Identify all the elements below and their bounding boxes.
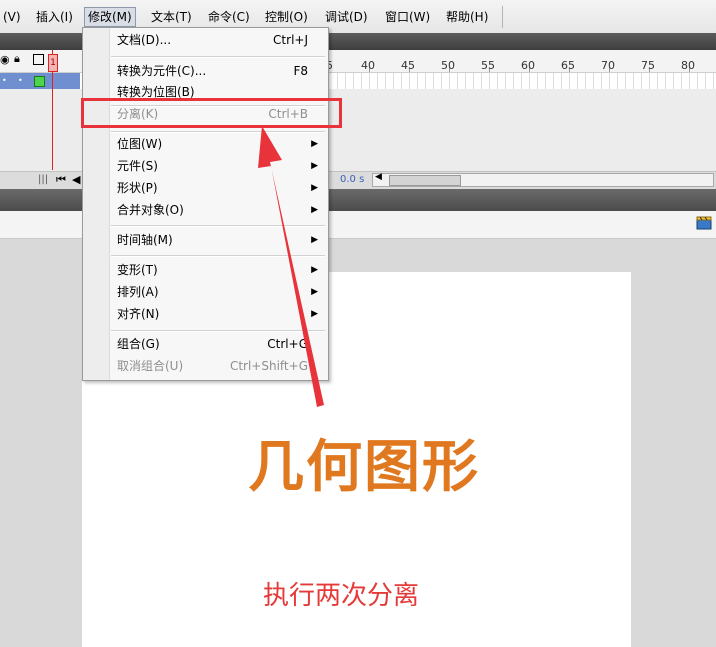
menu-item-label: 形状(P): [117, 181, 158, 195]
menu-item-label: 元件(S): [117, 159, 158, 173]
outline-icon[interactable]: [33, 54, 44, 65]
frame-tick: 80: [681, 59, 695, 72]
menu-item-arrange[interactable]: 排列(A) ▶: [83, 282, 328, 302]
frame-tick: 40: [361, 59, 375, 72]
submenu-arrow-icon: ▶: [311, 287, 318, 297]
menu-item-shortcut: F8: [293, 64, 308, 78]
submenu-arrow-icon: ▶: [311, 183, 318, 193]
playhead-handle[interactable]: 1: [48, 54, 58, 72]
menu-item-timeline[interactable]: 时间轴(M) ▶: [83, 230, 328, 250]
timeline-scrollbar[interactable]: ◀: [372, 172, 714, 187]
menu-modify[interactable]: 修改(M): [84, 7, 136, 27]
menu-control[interactable]: 控制(O): [262, 8, 311, 26]
frame-tick: 60: [521, 59, 535, 72]
frame-tick: 45: [401, 59, 415, 72]
menu-item-label: 对齐(N): [117, 307, 160, 321]
layer-row-selected[interactable]: • •: [0, 73, 80, 89]
frame-tick: 55: [481, 59, 495, 72]
go-first-frame-icon[interactable]: ⏮: [56, 173, 66, 187]
menu-item-align[interactable]: 对齐(N) ▶: [83, 304, 328, 324]
menu-separator: [111, 225, 325, 227]
menu-insert[interactable]: 插入(I): [33, 8, 76, 26]
menu-item-label: 位图(W): [117, 137, 163, 151]
menubar-divider: [502, 6, 503, 28]
menu-debug[interactable]: 调试(D): [322, 8, 371, 26]
frame-tick: 65: [561, 59, 575, 72]
layer-dot: •: [18, 76, 23, 85]
layer-color-swatch[interactable]: [34, 76, 45, 87]
submenu-arrow-icon: ▶: [311, 265, 318, 275]
menu-item-label: 组合(G): [117, 337, 160, 351]
menu-item-transform[interactable]: 变形(T) ▶: [83, 260, 328, 280]
edit-scene-icon[interactable]: [696, 216, 712, 230]
submenu-arrow-icon: ▶: [311, 139, 318, 149]
menu-item-group[interactable]: 组合(G) Ctrl+G: [83, 334, 328, 354]
menu-item-label: 时间轴(M): [117, 233, 173, 247]
frame-cells[interactable]: [330, 73, 716, 89]
menu-window[interactable]: 窗口(W): [382, 8, 433, 26]
menu-item-ungroup: 取消组合(U) Ctrl+Shift+G: [83, 356, 328, 376]
menu-item-label: 文档(D)...: [117, 33, 172, 47]
menu-item-combine-objects[interactable]: 合并对象(O) ▶: [83, 200, 328, 220]
menu-item-shortcut: Ctrl+Shift+G: [229, 359, 308, 373]
menu-item-convert-to-symbol[interactable]: 转换为元件(C)... F8: [83, 61, 328, 81]
frame-tick: 75: [641, 59, 655, 72]
geometry-title-text[interactable]: 几何图形: [248, 422, 480, 503]
menu-item-label: 排列(A): [117, 285, 159, 299]
lock-icon[interactable]: 🔒︎: [14, 52, 20, 66]
menu-view[interactable]: (V): [0, 8, 24, 26]
submenu-arrow-icon: ▶: [311, 161, 318, 171]
frame-tick: 50: [441, 59, 455, 72]
menu-item-shortcut: Ctrl+G: [267, 337, 308, 351]
menu-item-shape[interactable]: 形状(P) ▶: [83, 178, 328, 198]
menu-separator: [111, 56, 325, 58]
menu-separator: [111, 330, 325, 332]
modify-menu: 文档(D)... Ctrl+J 转换为元件(C)... F8 转换为位图(B) …: [82, 27, 329, 381]
layer-dot: •: [2, 76, 7, 85]
menu-item-label: 合并对象(O): [117, 203, 184, 217]
menu-separator: [111, 255, 325, 257]
menu-item-label: 变形(T): [117, 263, 158, 277]
frame-tick: 70: [601, 59, 615, 72]
menu-item-shortcut: Ctrl+J: [273, 33, 308, 47]
scrollbar-thumb[interactable]: [389, 175, 461, 186]
menu-commands[interactable]: 命令(C): [205, 8, 253, 26]
menu-help[interactable]: 帮助(H): [443, 8, 491, 26]
submenu-arrow-icon: ▶: [311, 309, 318, 319]
menu-item-label: 转换为元件(C)...: [117, 64, 207, 78]
step-back-icon[interactable]: ◀: [72, 173, 80, 186]
submenu-arrow-icon: ▶: [311, 205, 318, 215]
eye-icon[interactable]: ◉: [0, 53, 10, 66]
menu-item-document[interactable]: 文档(D)... Ctrl+J: [83, 30, 328, 50]
annotation-note: 执行两次分离: [263, 581, 420, 611]
submenu-arrow-icon: ▶: [311, 235, 318, 245]
menu-separator: [111, 131, 325, 133]
elapsed-time: 0.0 s: [340, 174, 365, 185]
menu-text[interactable]: 文本(T): [148, 8, 195, 26]
menu-item-label: 取消组合(U): [117, 359, 184, 373]
scroll-left-icon[interactable]: ◀: [375, 172, 382, 182]
menu-item-bitmap[interactable]: 位图(W) ▶: [83, 134, 328, 154]
menu-item-symbol[interactable]: 元件(S) ▶: [83, 156, 328, 176]
highlight-box: [81, 98, 342, 128]
scroll-grip-icon: |||: [38, 174, 49, 185]
